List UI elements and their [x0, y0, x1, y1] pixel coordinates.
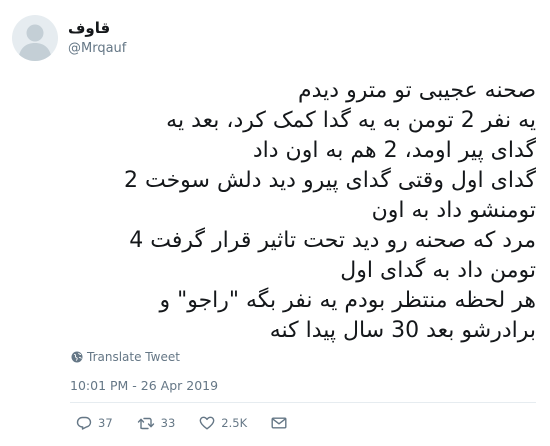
tweet-header: قاوف @Mrqauf: [12, 14, 126, 62]
tweet-text-line: هر لحظه منتظر بودم یه نفر بگه "راجو" و: [159, 288, 536, 313]
globe-icon: [71, 351, 83, 363]
tweet-text-line: گدای اول وقتی گدای پیرو دید دلش سوخت 2: [123, 168, 536, 193]
heart-icon: [199, 416, 215, 430]
retweet-count: 33: [160, 416, 176, 430]
tweet-text-line: تومنشو داد به اون: [371, 198, 536, 223]
tweet-text-line: گدای پیر اومد، 2 هم به اون داد: [252, 138, 536, 163]
translate-tweet-link[interactable]: Translate Tweet: [71, 350, 180, 364]
author-handle[interactable]: @Mrqauf: [68, 40, 126, 57]
like-button[interactable]: 2.5K: [199, 416, 247, 430]
tweet-text-line: یه نفر 2 تومن به یه گدا کمک کرد، بعد یه: [166, 108, 536, 133]
retweet-icon: [137, 417, 154, 430]
translate-label: Translate Tweet: [87, 350, 180, 364]
tweet-text-line: مرد که صحنه رو دید تحت تاثیر قرار گرفت 4: [129, 228, 536, 253]
divider: [70, 402, 536, 403]
tweet-text-line: برادرشو بعد 30 سال پیدا کنه: [269, 318, 536, 343]
default-avatar-icon: [18, 24, 52, 61]
like-count: 2.5K: [221, 416, 248, 430]
reply-icon: [76, 416, 92, 430]
tweet-text-line: تومن داد به گدای اول: [340, 258, 536, 283]
tweet-card: قاوف @Mrqauf صحنه عجیبی تو مترو دیدم یه …: [0, 0, 550, 446]
avatar[interactable]: [12, 15, 58, 61]
tweet-text: صحنه عجیبی تو مترو دیدم یه نفر 2 تومن به…: [22, 76, 536, 346]
author-names: قاوف @Mrqauf: [68, 19, 126, 57]
tweet-timestamp[interactable]: 10:01 PM - 26 Apr 2019: [70, 378, 218, 393]
reply-button[interactable]: 37: [76, 416, 113, 430]
tweet-actions: 37 33 2.5K: [76, 416, 293, 430]
author-display-name[interactable]: قاوف: [68, 19, 126, 38]
reply-count: 37: [98, 416, 113, 430]
tweet-text-line: صحنه عجیبی تو مترو دیدم: [298, 78, 536, 103]
retweet-button[interactable]: 33: [137, 416, 176, 430]
direct-message-button[interactable]: [271, 417, 293, 429]
envelope-icon: [271, 417, 287, 429]
